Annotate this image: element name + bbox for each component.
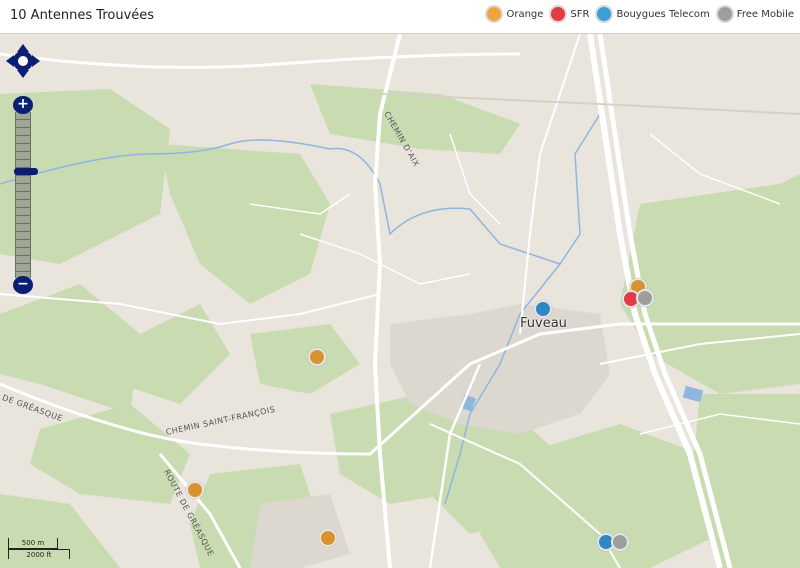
legend-dot-sfr-icon: [549, 5, 568, 23]
legend-label: Free Mobile: [736, 8, 794, 20]
town-label: Fuveau: [520, 316, 567, 331]
antenna-marker-free[interactable]: [611, 533, 629, 551]
antenna-marker-orange[interactable]: [319, 529, 337, 547]
scale-bar: 500 m 2000 ft: [8, 538, 72, 560]
legend-item-bouygues[interactable]: Bouygues Telecom: [595, 5, 710, 23]
antenna-marker-orange[interactable]: [186, 481, 204, 499]
zoom-slider-handle[interactable]: [14, 168, 38, 175]
pan-control[interactable]: [5, 43, 41, 79]
legend-dot-free-icon: [715, 5, 734, 23]
zoom-slider[interactable]: [14, 112, 38, 278]
operator-legend: Orange SFR Bouygues Telecom Free Mobile: [485, 5, 794, 23]
zoom-control: + −: [13, 96, 38, 294]
scale-imperial: 2000 ft: [8, 549, 70, 559]
zoom-in-button[interactable]: +: [13, 96, 33, 114]
header-bar: 10 Antennes Trouvées Orange SFR Bouygues…: [0, 0, 800, 34]
legend-label: SFR: [570, 8, 590, 20]
scale-metric: 500 m: [8, 538, 58, 549]
antenna-marker-orange[interactable]: [308, 348, 326, 366]
map-canvas[interactable]: [0, 34, 800, 568]
page-title: 10 Antennes Trouvées: [10, 8, 155, 23]
legend-item-sfr[interactable]: SFR: [549, 5, 589, 23]
legend-item-orange[interactable]: Orange: [485, 5, 543, 23]
legend-label: Orange: [506, 8, 544, 20]
antenna-marker-bouygues[interactable]: [534, 300, 552, 318]
zoom-out-button[interactable]: −: [13, 276, 33, 294]
legend-dot-orange-icon: [485, 5, 504, 23]
legend-dot-bouygues-icon: [595, 5, 614, 23]
antenna-marker-free[interactable]: [636, 289, 654, 307]
legend-label: Bouygues Telecom: [616, 8, 710, 20]
pan-arrows-icon[interactable]: [5, 43, 41, 79]
map-tiles: [0, 34, 800, 568]
legend-item-free[interactable]: Free Mobile: [715, 5, 794, 23]
